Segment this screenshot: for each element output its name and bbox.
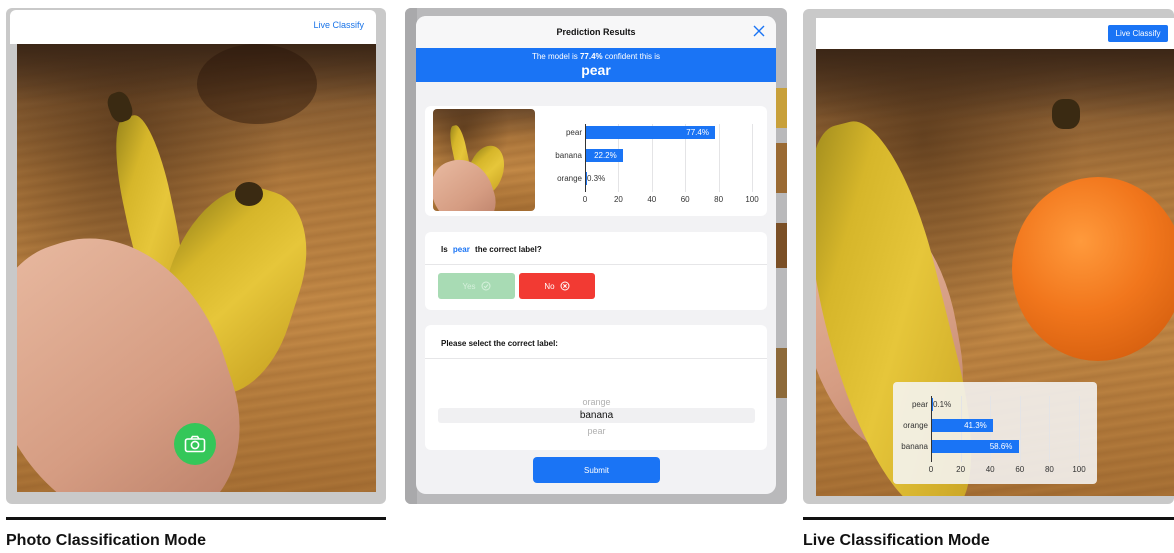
picker-option[interactable]: orange: [438, 397, 755, 407]
no-button[interactable]: No: [519, 273, 595, 299]
chart-gridline: [1049, 396, 1051, 462]
question-prefix: Is: [441, 245, 448, 254]
predicted-label: pear: [581, 62, 611, 78]
result-card: 0 20 40 60 80 100 pear 77.4% banana 22.2% orange 0.…: [425, 106, 767, 216]
value-label: 77.4%: [686, 128, 709, 137]
caption-live-mode: Live Classification Mode: [803, 532, 990, 549]
x-tick-label: 0: [582, 195, 588, 204]
confidence-value: 77.4%: [579, 52, 603, 61]
question-suffix: the correct label?: [475, 245, 542, 254]
caption-photo-mode: Photo Classification Mode: [6, 532, 207, 549]
yes-label: Yes: [462, 281, 476, 291]
category-label: pear: [565, 128, 582, 137]
x-tick-label: 100: [745, 195, 759, 204]
camera-icon: [184, 435, 206, 453]
chart-gridline: [1079, 396, 1080, 462]
divider: [425, 358, 767, 359]
chart-gridline: [718, 124, 720, 192]
question-card: Is pear the correct label? Yes No: [425, 232, 767, 310]
x-tick-label: 40: [647, 195, 657, 204]
live-classify-button[interactable]: Live Classify: [1108, 25, 1168, 42]
x-tick-label: 100: [1072, 465, 1086, 474]
category-label: orange: [557, 174, 582, 183]
sheet-title: Prediction Results: [556, 27, 636, 37]
x-circle-icon: [560, 281, 570, 291]
top-bar: Live Classify: [10, 10, 376, 44]
divider: [425, 264, 767, 265]
live-chart-area: 0 20 40 60 80 100 pear 0.1% orange 41.3% banana 58.…: [893, 382, 1097, 484]
confidence-banner: The model is 77.4% confident this is pea…: [416, 48, 776, 82]
x-tick-label: 60: [680, 195, 690, 204]
category-label: pear: [911, 400, 928, 409]
caption-rule-right: [803, 517, 1174, 520]
live-confidence-chart: 0 20 40 60 80 100 pear 0.1% orange 41.3% banana 58.…: [893, 382, 1097, 484]
chart-gridline: [752, 124, 753, 192]
yes-button[interactable]: Yes: [438, 273, 515, 299]
results-sheet: Prediction Results The model is 77.4% co…: [416, 16, 776, 494]
category-label: banana: [555, 151, 582, 160]
checkmark-circle-icon: [481, 281, 491, 291]
x-tick-label: 40: [985, 465, 995, 474]
category-label: orange: [903, 421, 928, 430]
select-prompt: Please select the correct label:: [441, 339, 558, 348]
capture-photo-button[interactable]: [174, 423, 216, 465]
category-label: banana: [901, 442, 928, 451]
x-tick-label: 20: [613, 195, 623, 204]
value-label: 0.3%: [587, 174, 606, 183]
x-tick-label: 80: [714, 195, 724, 204]
x-tick-label: 20: [956, 465, 966, 474]
x-tick-label: 80: [1044, 465, 1054, 474]
submit-button[interactable]: Submit: [533, 457, 660, 483]
confidence-text: The model is 77.4% confident this is: [416, 48, 776, 61]
close-icon[interactable]: [752, 24, 766, 38]
caption-rule-left: [6, 517, 386, 520]
picker-option[interactable]: pear: [438, 426, 755, 436]
question-label: pear: [452, 245, 470, 254]
value-label: 41.3%: [964, 421, 987, 430]
banner-suffix: confident this is: [604, 52, 661, 61]
banner-prefix: The model is: [531, 52, 578, 61]
value-label: 22.2%: [594, 151, 617, 160]
value-label: 0.1%: [933, 400, 952, 409]
question-text: Is pear the correct label?: [441, 245, 542, 254]
submit-label: Submit: [584, 465, 609, 475]
label-picker-card: Please select the correct label: orange …: [425, 325, 767, 450]
picker-option-selected[interactable]: banana: [438, 410, 755, 421]
thumbnail-image: [433, 109, 535, 211]
confidence-chart: 0 20 40 60 80 100 pear 77.4% banana 22.2% orange 0.…: [535, 106, 767, 216]
no-label: No: [544, 281, 555, 291]
chart-gridline: [1019, 396, 1021, 462]
sheet-header: Prediction Results: [416, 16, 776, 48]
live-classify-link[interactable]: Live Classify: [313, 20, 364, 30]
x-tick-label: 0: [928, 465, 934, 474]
x-tick-label: 60: [1015, 465, 1025, 474]
value-label: 58.6%: [989, 442, 1013, 451]
